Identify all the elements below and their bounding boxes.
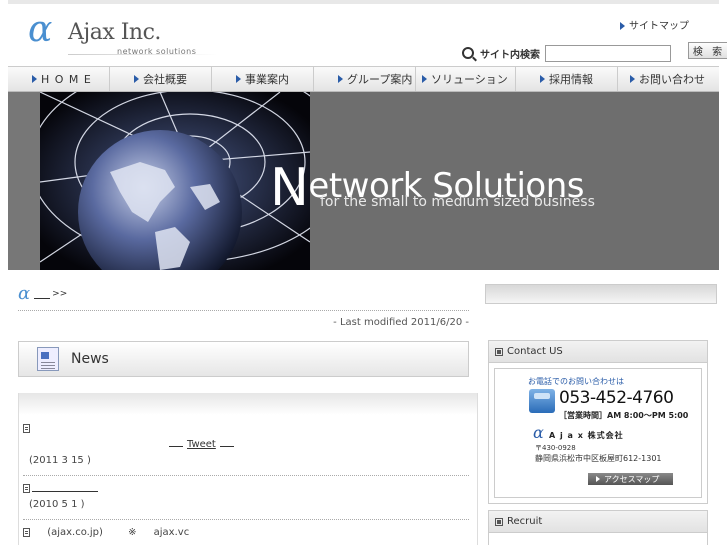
address: 静岡県浜松市中区板屋町612-1301 [535,454,662,463]
triangle-right-icon [422,75,427,83]
alpha-icon: α [18,283,31,304]
search-input[interactable] [545,44,671,62]
breadcrumb: α >> [18,284,67,304]
breadcrumb-arrow: >> [52,289,68,299]
main-content: α >> - Last modified 2011/6/20 - News Tw… [8,270,478,545]
nav-label: ソリューション [431,73,508,86]
company-name: A j a x 株式会社 [549,431,624,440]
triangle-right-icon [32,75,37,83]
hero-title-initial: N [270,158,309,218]
box-icon [495,517,503,526]
search-button[interactable]: 検 索 [688,42,727,59]
sitemap-link[interactable]: サイトマップ [620,17,689,32]
box-icon [495,347,503,356]
news-item: Tweet [23,423,473,450]
tweet-link[interactable]: Tweet [165,439,238,450]
recruit-title: Recruit [507,516,543,527]
logo-name: Ajax Inc. [68,20,161,45]
nav-label: グループ案内 [347,73,413,86]
document-icon [23,527,30,537]
sidebar: Contact US お電話でのお問い合わせは 053-452-4760 ［営業… [485,270,719,545]
postal-code: 〒430-0928 [535,444,576,452]
triangle-right-icon [134,75,139,83]
nav-label: 採用情報 [549,73,593,86]
nav-item-solutions[interactable]: ソリューション [416,67,516,91]
telephone-icon [529,389,555,413]
page-frame: α Ajax Inc. network solutions サイトマップ サイト… [8,0,727,545]
triangle-right-icon [620,22,625,30]
hero-subtitle: for the small to medium sized business [320,194,595,210]
nav-label: 会社概要 [143,73,187,86]
domain-jp: (ajax.co.jp) [47,527,103,538]
nav-label: H O M E [41,72,92,86]
news-item: (ajax.co.jp) ※ ajax.vc [23,527,473,538]
divider [23,475,469,476]
triangle-right-icon [596,476,600,482]
logo-tagline: network solutions [117,47,197,56]
news-date: (2010 5 1 ) [29,499,85,510]
nav-item-company[interactable]: 会社概要 [110,67,212,91]
global-nav: H O M E 会社概要 事業案内 グループ案内 ソリューション 採用情報 お問… [8,66,719,92]
header: α Ajax Inc. network solutions サイトマップ サイト… [8,0,727,66]
access-map-button[interactable]: アクセスマップ [588,473,673,485]
recruit-box: Recruit [488,510,708,545]
news-list: Tweet (2011 3 15 ) (2010 5 1 ) (ajax.co.… [18,393,478,545]
nav-label: お問い合わせ [639,73,705,86]
triangle-right-icon [630,75,635,83]
news-list-shade [19,393,477,415]
separator-mark: ※ [128,527,137,538]
news-header: News [18,341,469,377]
news-item [23,483,473,494]
contact-box: Contact US お電話でのお問い合わせは 053-452-4760 ［営業… [488,340,708,504]
alpha-icon: α [533,423,544,442]
nav-item-group[interactable]: グループ案内 [314,67,416,91]
search-label: サイト内検索 [480,49,540,61]
recruit-box-header[interactable]: Recruit [489,511,707,533]
newspaper-icon [37,347,59,371]
triangle-right-icon [338,75,343,83]
phone-number[interactable]: 053-452-4760 [559,388,674,408]
triangle-right-icon [540,75,545,83]
contact-title: Contact US [507,346,563,357]
page: α Ajax Inc. network solutions サイトマップ サイト… [0,0,727,545]
sidebar-top-bar [485,284,717,304]
nav-item-recruit[interactable]: 採用情報 [516,67,618,91]
contact-box-header: Contact US [489,341,707,363]
news-link[interactable] [32,484,98,492]
document-icon [23,423,30,433]
sitemap-label: サイトマップ [629,21,689,32]
nav-item-home[interactable]: H O M E [8,67,110,91]
nav-item-business[interactable]: 事業案内 [212,67,314,91]
divider [18,310,469,311]
domain-vc: ajax.vc [153,527,190,538]
site-search: サイト内検索 検 索 [462,42,727,64]
document-icon [23,483,30,493]
nav-item-contact[interactable]: お問い合わせ [618,67,719,91]
triangle-right-icon [236,75,241,83]
news-title: News [71,351,109,367]
contact-lead: お電話でのお問い合わせは [528,377,624,386]
nav-label: 事業案内 [245,73,289,86]
last-modified: - Last modified 2011/6/20 - [333,317,469,328]
search-icon [462,47,474,59]
breadcrumb-link[interactable] [34,289,51,299]
hero-banner: Network Solutions for the small to mediu… [8,92,719,270]
tweet-label: Tweet [187,439,216,450]
access-map-label: アクセスマップ [604,474,660,484]
divider [23,519,469,520]
news-date: (2011 3 15 ) [29,455,91,466]
business-hours: ［営業時間］AM 8:00〜PM 5:00 [559,411,689,420]
logo-alpha-icon: α [28,9,53,50]
contact-card: お電話でのお問い合わせは 053-452-4760 ［営業時間］AM 8:00〜… [494,368,702,498]
